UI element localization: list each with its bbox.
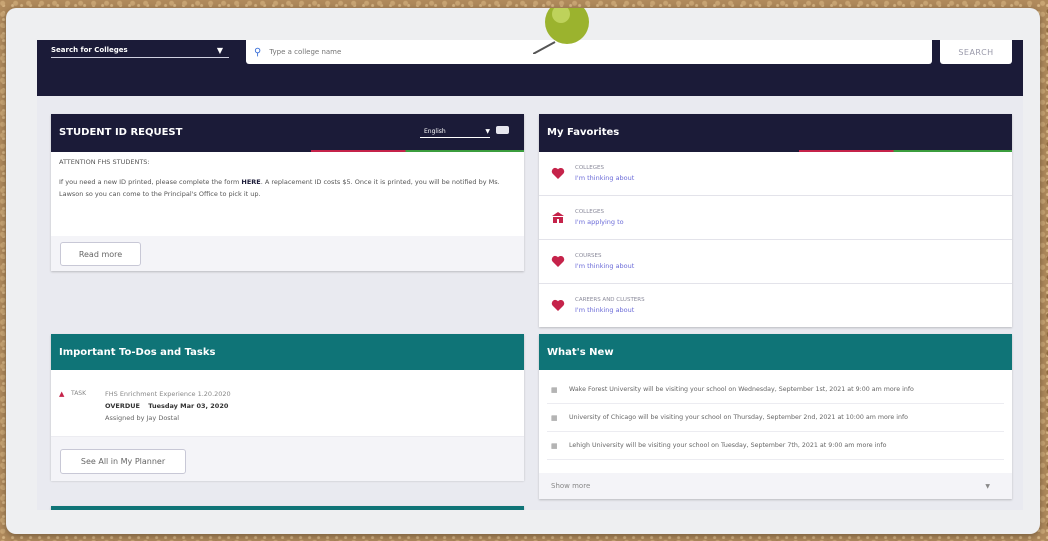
todos-card: Important To-Dos and Tasks ▲ TASK FHS En… (51, 334, 524, 481)
body-text-before: If you need a new ID printed, please com… (59, 178, 242, 186)
search-type-label: Search for Colleges (51, 46, 128, 54)
news-item[interactable]: ▦ Lehigh University will be visiting you… (547, 432, 1004, 460)
news-item[interactable]: ▦ Wake Forest University will be visitin… (547, 376, 1004, 404)
news-text: Lehigh University will be visiting your … (569, 442, 887, 449)
favorite-category: COLLEGES (575, 164, 605, 171)
task-due: OVERDUE Tuesday Mar 03, 2020 (105, 402, 228, 410)
favorite-link[interactable]: I'm applying to (575, 217, 624, 228)
see-all-planner-button[interactable]: See All in My Planner (60, 449, 186, 474)
warning-icon: ▲ (59, 390, 65, 398)
translate-button[interactable] (496, 126, 509, 134)
calendar-icon: ▦ (551, 441, 558, 450)
whats-new-card: What's New ▦ Wake Forest University will… (539, 334, 1012, 499)
app-screenshot: Search for Colleges ▼ ⚲ SEARCH STUDENT I… (37, 40, 1023, 510)
heart-icon (551, 167, 565, 181)
news-text: Wake Forest University will be visiting … (569, 386, 914, 393)
news-text: University of Chicago will be visiting y… (569, 414, 909, 421)
card-title: My Favorites (547, 126, 620, 138)
header-stripe (51, 150, 524, 152)
task-type-label: TASK (71, 390, 87, 397)
show-more-button[interactable]: Show more ▼ (539, 473, 1012, 499)
search-icon: ⚲ (254, 46, 262, 58)
favorite-item[interactable]: COLLEGES I'm applying to (539, 196, 1012, 240)
language-label: English (424, 127, 446, 135)
show-more-label: Show more (551, 482, 591, 490)
heart-icon (551, 255, 565, 269)
favorite-item[interactable]: COURSES I'm thinking about (539, 240, 1012, 284)
favorite-item[interactable]: CAREERS AND CLUSTERS I'm thinking about (539, 284, 1012, 327)
form-link[interactable]: HERE (241, 178, 260, 186)
chevron-down-icon: ▼ (985, 482, 990, 490)
favorites-header: My Favorites (539, 114, 1012, 150)
student-id-header: STUDENT ID REQUEST English ▼ (51, 114, 524, 150)
due-date: Tuesday Mar 03, 2020 (148, 402, 229, 410)
header-bar: Search for Colleges ▼ ⚲ SEARCH (37, 40, 1023, 96)
todos-header: Important To-Dos and Tasks (51, 334, 524, 370)
favorite-category: COLLEGES (575, 208, 605, 215)
news-item[interactable]: ▦ University of Chicago will be visiting… (547, 404, 1004, 432)
calendar-icon: ▦ (551, 385, 558, 394)
favorite-item[interactable]: COLLEGES I'm thinking about (539, 152, 1012, 196)
search-type-select[interactable]: Search for Colleges ▼ (51, 43, 229, 58)
attention-text: ATTENTION FHS STUDENTS: (59, 158, 150, 166)
bulletin-board: Search for Colleges ▼ ⚲ SEARCH STUDENT I… (6, 8, 1040, 534)
favorite-link[interactable]: I'm thinking about (575, 173, 634, 184)
task-name[interactable]: FHS Enrichment Experience 1.20.2020 (105, 390, 231, 398)
overdue-label: OVERDUE (105, 402, 140, 410)
chevron-down-icon: ▼ (216, 45, 223, 55)
card-title: What's New (547, 346, 614, 358)
favorite-category: CAREERS AND CLUSTERS (575, 296, 645, 303)
student-id-card: STUDENT ID REQUEST English ▼ ATTENTION F… (51, 114, 524, 271)
whats-new-header: What's New (539, 334, 1012, 370)
heart-icon (551, 299, 565, 313)
search-button[interactable]: SEARCH (940, 40, 1012, 64)
card-title: STUDENT ID REQUEST (59, 126, 183, 138)
calendar-icon: ▦ (551, 413, 558, 422)
next-card-header (51, 506, 524, 510)
chevron-down-icon: ▼ (485, 127, 490, 135)
language-select[interactable]: English ▼ (420, 125, 490, 138)
building-icon (551, 211, 565, 225)
announcement-body: If you need a new ID printed, please com… (51, 176, 524, 200)
favorite-link[interactable]: I'm thinking about (575, 261, 634, 272)
push-pin-icon (533, 8, 589, 54)
read-more-button[interactable]: Read more (60, 242, 141, 266)
favorites-card: My Favorites COLLEGES I'm thinking about… (539, 114, 1012, 327)
card-title: Important To-Dos and Tasks (59, 346, 216, 358)
favorite-link[interactable]: I'm thinking about (575, 305, 645, 316)
favorite-category: COURSES (575, 252, 602, 259)
task-item[interactable]: ▲ TASK FHS Enrichment Experience 1.20.20… (51, 370, 524, 436)
task-assigned: Assigned by Jay Dostal (105, 414, 180, 422)
